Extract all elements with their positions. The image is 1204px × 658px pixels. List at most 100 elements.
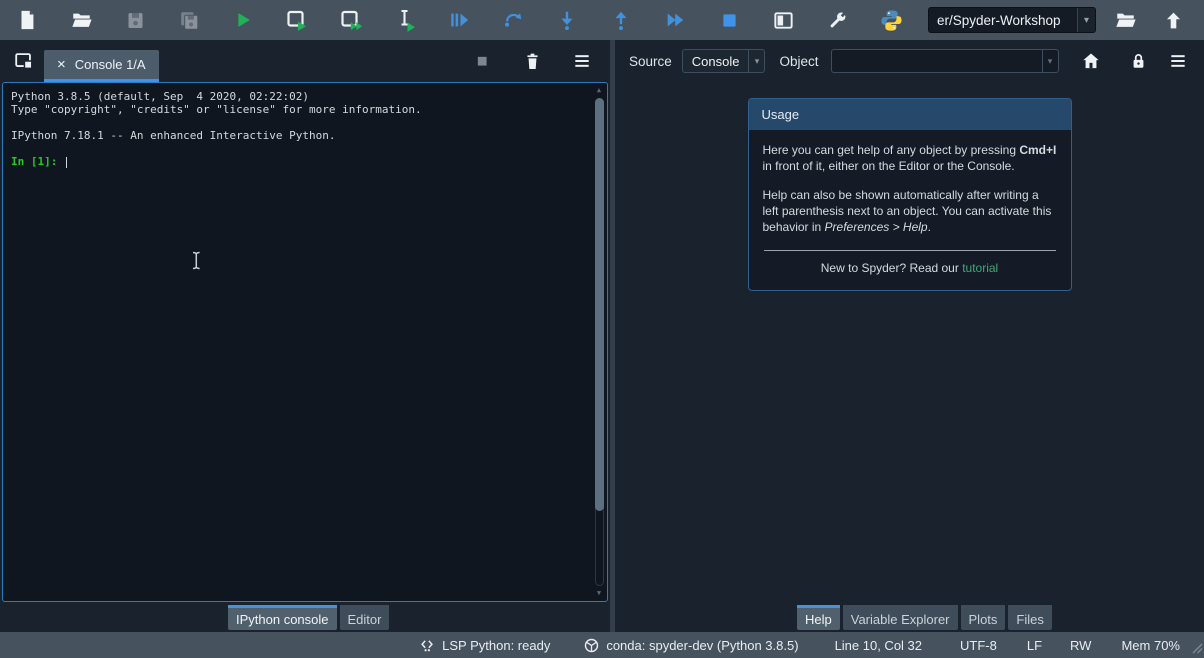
object-label: Object [779,54,818,69]
help-bottom-tabbar: Help Variable Explorer Plots Files [615,602,1204,632]
console-output[interactable]: Python 3.8.5 (default, Sep 4 2020, 02:22… [2,82,608,602]
open-file-button[interactable] [64,5,98,35]
source-combobox[interactable]: Console ▾ [682,49,766,73]
main-toolbar: er/Spyder-Workshop ▾ [0,0,1204,40]
scroll-up-icon[interactable]: ▲ [592,84,606,97]
object-combobox[interactable]: ▾ [831,49,1059,73]
lsp-status-text: LSP Python: ready [442,638,550,653]
tab-files[interactable]: Files [1008,605,1051,630]
parent-directory-button[interactable] [1156,5,1190,35]
console-prompt-line: In [1]: [11,155,585,168]
step-over-icon [502,9,524,31]
permissions-status[interactable]: RW [1070,638,1091,653]
usage-paragraph: Help can also be shown automatically aft… [763,188,1057,236]
debug-stop-button[interactable] [712,5,746,35]
object-value [832,50,1042,72]
tab-editor[interactable]: Editor [340,605,390,630]
chevron-down-icon[interactable]: ▾ [1042,50,1058,72]
open-folder-icon [70,9,93,31]
help-options-button[interactable] [1166,49,1190,73]
tab-variable-explorer[interactable]: Variable Explorer [843,605,958,630]
working-directory-combobox[interactable]: er/Spyder-Workshop ▾ [928,7,1096,33]
preferences-button[interactable] [820,5,854,35]
new-file-icon [16,9,38,31]
trash-icon [523,51,542,72]
usage-card-title: Usage [749,99,1071,130]
usage-shortcut: Cmd+I [1019,143,1056,157]
save-button[interactable] [118,5,152,35]
debug-file-button[interactable] [442,5,476,35]
step-into-icon [556,9,578,31]
scrollbar-track[interactable] [595,98,604,586]
tutorial-link[interactable]: tutorial [962,261,998,275]
open-folder-icon [1114,9,1137,31]
encoding-status[interactable]: UTF-8 [960,638,997,653]
text-caret [66,157,68,168]
usage-card-body: Here you can get help of any object by p… [749,130,1071,290]
spyder-window: er/Spyder-Workshop ▾ × Console 1/A [0,0,1204,658]
interrupt-kernel-button[interactable] [470,49,494,73]
working-directory-value: er/Spyder-Workshop [929,8,1077,32]
console-line: Python 3.8.5 (default, Sep 4 2020, 02:22… [11,90,585,103]
lsp-status[interactable]: LSP Python: ready [420,638,550,653]
console-line [11,116,585,129]
help-content: Usage Here you can get help of any objec… [615,82,1204,602]
usage-menu-path: Preferences > Help [825,220,928,234]
tab-ipython-console[interactable]: IPython console [228,605,337,630]
run-selection-button[interactable] [388,5,422,35]
usage-card: Usage Here you can get help of any objec… [748,98,1072,291]
run-selection-icon [393,8,417,32]
console-bottom-tabbar: IPython console Editor [0,602,610,632]
usage-text: New to Spyder? Read our [821,261,962,275]
usage-text: in front of it, either on the Editor or … [763,159,1015,173]
browse-tabs-button[interactable] [12,49,36,73]
run-cell-button[interactable] [280,5,314,35]
lock-button[interactable] [1127,49,1151,73]
source-label: Source [629,54,672,69]
tab-help[interactable]: Help [797,605,840,630]
usage-text: . [928,220,931,234]
resize-grip[interactable] [1192,642,1203,657]
save-all-button[interactable] [172,5,206,35]
python-logo-icon [880,9,903,32]
memory-status[interactable]: Mem 70% [1121,638,1180,653]
home-button[interactable] [1079,49,1103,73]
run-cell-advance-button[interactable] [334,5,368,35]
conda-env-status[interactable]: conda: spyder-dev (Python 3.8.5) [584,638,798,653]
debug-step-over-button[interactable] [496,5,530,35]
browse-tabs-icon [13,50,35,72]
remove-variables-button[interactable] [520,49,544,73]
continue-icon [664,9,686,31]
debug-step-return-button[interactable] [604,5,638,35]
help-pane: Source Console ▾ Object ▾ [615,40,1204,632]
eol-status[interactable]: LF [1027,638,1042,653]
up-arrow-icon [1163,10,1184,31]
console-line: Type "copyright", "credits" or "license"… [11,103,585,116]
chevron-down-icon[interactable]: ▾ [1077,8,1095,32]
console-scrollbar[interactable]: ▲ ▼ [592,84,606,600]
scrollbar-thumb[interactable] [595,98,604,511]
debug-step-into-button[interactable] [550,5,584,35]
wrench-icon [826,9,849,32]
save-all-icon [179,10,200,31]
chevron-down-icon[interactable]: ▾ [748,50,764,72]
permissions-text: RW [1070,638,1091,653]
console-options-button[interactable] [570,49,594,73]
conda-env-text: conda: spyder-dev (Python 3.8.5) [606,638,798,653]
eol-text: LF [1027,638,1042,653]
new-file-button[interactable] [10,5,44,35]
maximize-pane-button[interactable] [766,5,800,35]
console-tab[interactable]: × Console 1/A [44,50,159,82]
tab-plots[interactable]: Plots [961,605,1006,630]
source-value: Console [683,50,749,72]
run-file-button[interactable] [226,5,260,35]
python-env-button[interactable] [874,5,908,35]
browse-working-directory-button[interactable] [1108,5,1142,35]
maximize-pane-icon [772,9,795,32]
close-tab-icon[interactable]: × [57,57,66,72]
scroll-down-icon[interactable]: ▼ [592,587,606,600]
run-cell-icon [285,8,309,32]
cursor-position-status[interactable]: Line 10, Col 32 [835,638,922,653]
stop-icon [719,10,740,31]
debug-continue-button[interactable] [658,5,692,35]
